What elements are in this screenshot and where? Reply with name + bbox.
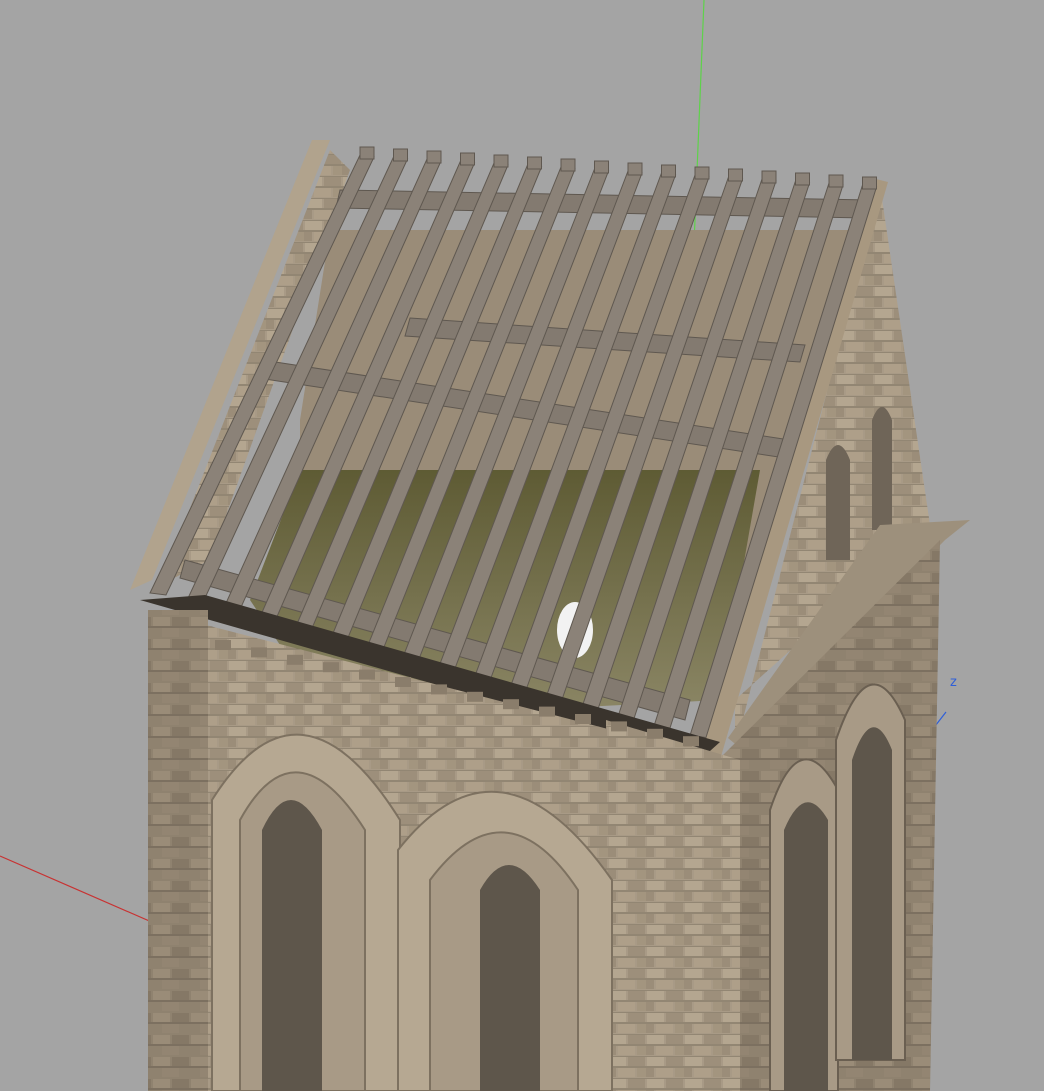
dentil [323, 662, 339, 673]
side-arch-left [769, 758, 839, 1091]
rafter-tip [426, 150, 442, 164]
front-arch-left [211, 733, 401, 1091]
rafter-tip [627, 162, 643, 176]
scene-canvas[interactable] [0, 0, 1044, 1091]
rafter-tip [728, 168, 743, 182]
rafter-tip [527, 156, 542, 170]
dentil [467, 691, 483, 702]
rafter-tip [828, 174, 844, 188]
rafter-tip [493, 154, 509, 168]
dentil [215, 640, 231, 650]
dentil [287, 654, 303, 665]
dentil [251, 647, 267, 658]
rafter-tip [393, 148, 408, 162]
rafter-tip [560, 158, 576, 172]
rafter-tip [594, 160, 609, 174]
dentil [539, 706, 555, 717]
rafter-tip [862, 176, 877, 190]
dentil [359, 669, 375, 680]
gable-window-1 [826, 445, 850, 560]
gable-window-2 [872, 407, 892, 530]
dentil [395, 677, 411, 687]
rafter-tip [460, 152, 475, 166]
rafter-tip [661, 164, 676, 178]
rafter-tip [694, 166, 710, 180]
rafter-tip [359, 146, 375, 160]
dentil [503, 699, 519, 710]
side-arch-right [835, 683, 906, 1061]
corner-pillar [606, 720, 740, 1091]
rafter-tip [761, 170, 777, 184]
3d-viewport[interactable]: z [0, 0, 1044, 1091]
dentil [575, 714, 591, 724]
rafter-tip [795, 172, 810, 186]
x-axis-line [0, 855, 171, 931]
dentil [647, 728, 663, 739]
dentil [611, 721, 627, 732]
z-axis-label: z [950, 675, 957, 690]
dentil [683, 736, 699, 747]
left-buttress [148, 610, 208, 1091]
dentil [431, 684, 447, 695]
